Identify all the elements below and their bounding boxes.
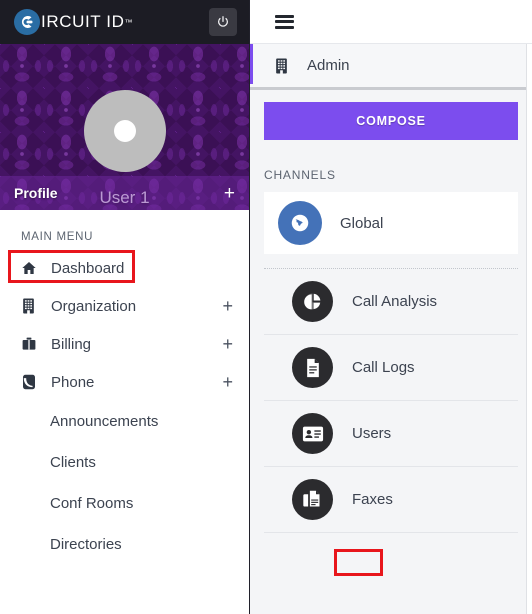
list-item-users[interactable]: Users — [264, 401, 518, 467]
briefcase-icon — [21, 336, 43, 352]
list-item-faxes[interactable]: Faxes — [264, 467, 518, 533]
sidebar-subitem-directories[interactable]: Directories — [0, 524, 249, 565]
sidebar-subitem-label: Clients — [50, 454, 96, 471]
list-item-label: Users — [352, 425, 392, 442]
document-icon — [292, 347, 333, 388]
circuit-c-logo-icon — [14, 9, 40, 35]
main-menu-header: MAIN MENU — [21, 231, 94, 243]
active-accent-bar — [250, 44, 253, 84]
context-admin-row[interactable]: Admin — [250, 44, 532, 90]
brand-bar: IRCUIT ID ™ — [0, 0, 249, 44]
channel-item-global[interactable]: Global — [264, 192, 518, 254]
phone-icon — [21, 374, 43, 390]
profile-label: Profile — [14, 185, 58, 201]
profile-expand-icon[interactable]: + — [224, 184, 235, 203]
sidebar-item-expand[interactable]: + — [222, 296, 233, 317]
channel-label: Global — [340, 214, 384, 232]
right-panel: Admin COMPOSE CHANNELS Global Call Analy… — [249, 0, 532, 614]
channels-header: CHANNELS — [264, 168, 336, 182]
sidebar-item-phone[interactable]: Phone + — [0, 363, 249, 401]
sidebar-item-organization[interactable]: Organization + — [0, 287, 249, 325]
user-avatar-placeholder — [113, 120, 136, 142]
building-icon — [274, 57, 289, 74]
app-logo[interactable]: IRCUIT ID ™ — [14, 9, 132, 35]
panel-topbar — [250, 0, 532, 44]
list-item-call-logs[interactable]: Call Logs — [264, 335, 518, 401]
building-icon — [21, 298, 43, 314]
sidebar-subitem-label: Directories — [50, 536, 122, 553]
list-item-call-analysis[interactable]: Call Analysis — [264, 269, 518, 335]
avatar[interactable] — [83, 90, 166, 172]
panel-scrollbar[interactable] — [526, 44, 532, 614]
logo-trademark: ™ — [124, 17, 133, 27]
profile-section: User 1 Profile + — [0, 44, 249, 210]
sidebar-subitem-label: Announcements — [50, 413, 159, 430]
id-card-icon — [292, 413, 333, 454]
sidebar-item-dashboard[interactable]: Dashboard — [0, 249, 249, 287]
sidebar-item-expand[interactable]: + — [222, 334, 233, 355]
sidebar-subitem-clients[interactable]: Clients — [0, 442, 249, 483]
list-item-label: Faxes — [352, 491, 393, 508]
list-item-label: Call Analysis — [352, 293, 438, 310]
sidebar-item-label: Phone — [51, 373, 95, 391]
power-icon[interactable] — [209, 8, 237, 36]
sidebar-item-billing[interactable]: Billing + — [0, 325, 249, 363]
globe-icon — [278, 201, 322, 245]
hamburger-menu-icon[interactable] — [275, 14, 294, 29]
sidebar-item-expand[interactable]: + — [222, 372, 233, 393]
fax-icon — [292, 479, 333, 520]
profile-row[interactable]: Profile + — [0, 176, 249, 210]
context-label: Admin — [307, 57, 350, 74]
compose-button-wrap: COMPOSE — [250, 90, 532, 150]
app-root: IRCUIT ID ™ User 1 Profile + MAIN MENU D… — [0, 0, 532, 614]
left-sidebar: IRCUIT ID ™ User 1 Profile + MAIN MENU D… — [0, 0, 249, 614]
sidebar-subitem-conf-rooms[interactable]: Conf Rooms — [0, 483, 249, 524]
logo-text: IRCUIT ID — [41, 12, 125, 31]
pie-chart-icon — [292, 281, 333, 322]
main-menu: MAIN MENU Dashboard Organization + Billi… — [0, 210, 249, 565]
compose-button[interactable]: COMPOSE — [264, 102, 518, 140]
sidebar-item-label: Dashboard — [51, 259, 125, 277]
home-icon — [21, 260, 43, 276]
sidebar-item-label: Billing — [51, 335, 92, 353]
sidebar-subitem-label: Conf Rooms — [50, 495, 134, 512]
list-item-label: Call Logs — [352, 359, 415, 376]
sidebar-item-label: Organization — [51, 297, 137, 315]
sidebar-subitem-announcements[interactable]: Announcements — [0, 401, 249, 442]
